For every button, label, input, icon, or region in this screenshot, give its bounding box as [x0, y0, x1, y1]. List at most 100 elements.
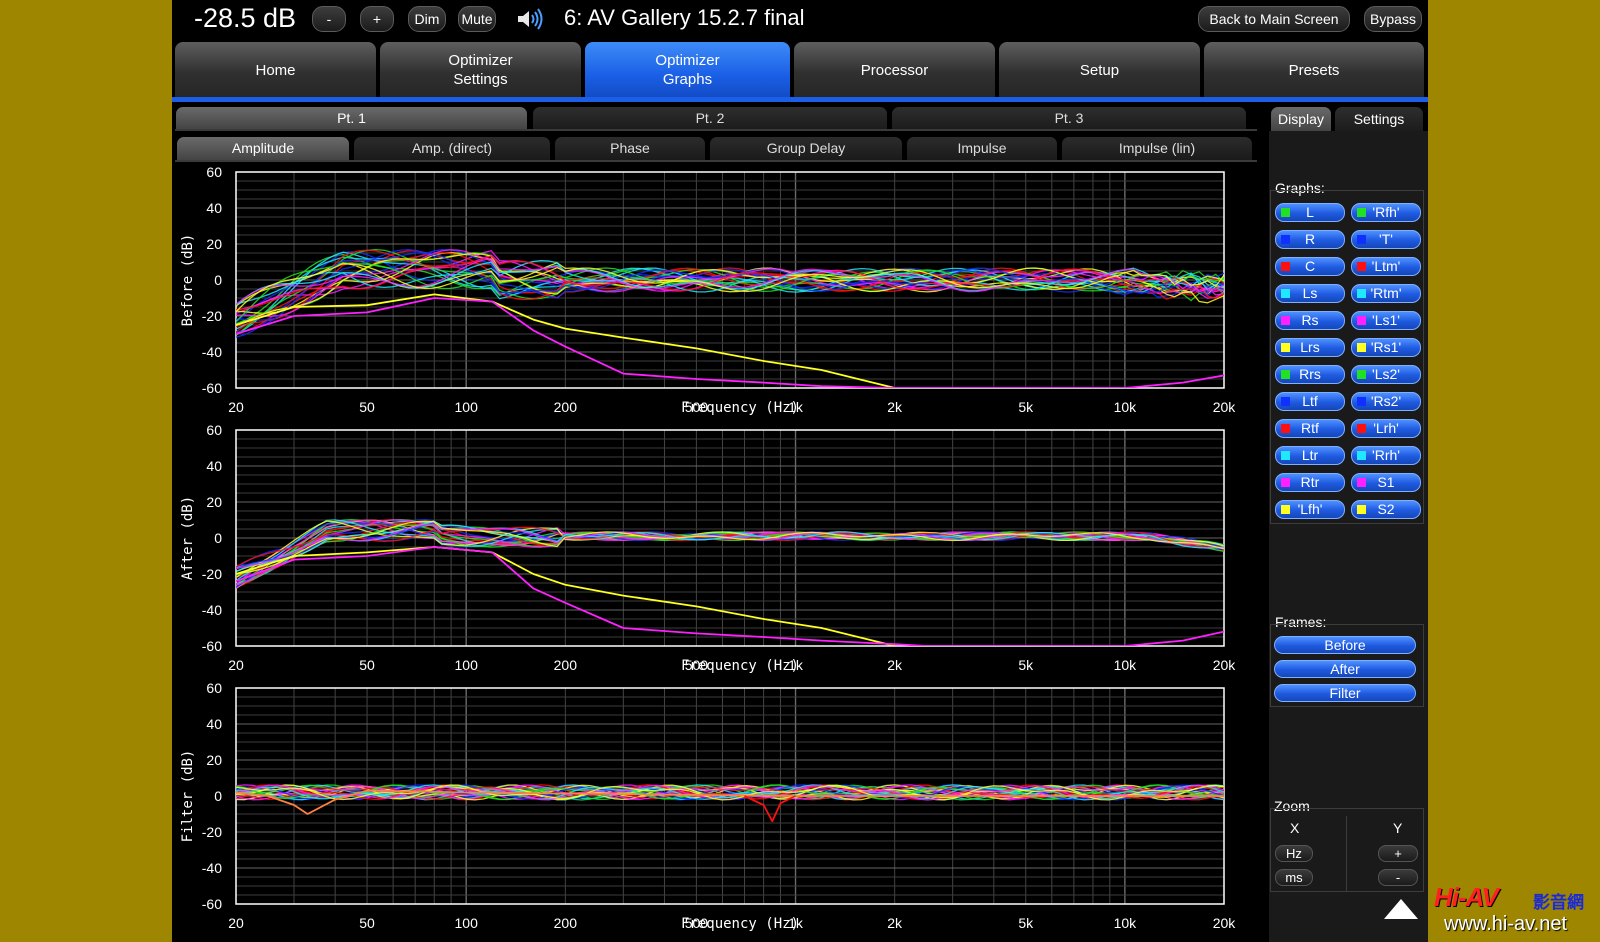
tab-setup-label: Setup [1079, 61, 1120, 79]
amplitude-charts: 6040200-20-40-6020 50 100 200 500 1k 2k 5k 10k 20… [180, 164, 1236, 932]
graph-toggle-label: 'Lfh' [1297, 501, 1323, 517]
tab-presets[interactable]: Presets [1204, 42, 1424, 98]
channel-color-swatch [1357, 343, 1366, 352]
tab-group-delay[interactable]: Group Delay [710, 137, 902, 160]
channel-color-swatch [1281, 397, 1290, 406]
graph-toggle-right-9[interactable]: 'Rrh' [1351, 446, 1421, 465]
channel-color-swatch [1357, 478, 1366, 487]
y-tick-label: 60 [206, 680, 222, 696]
graph-toggle-left-1[interactable]: R [1275, 230, 1345, 249]
tab-processor[interactable]: Processor [794, 42, 995, 98]
graph-toggle-right-0[interactable]: 'Rfh' [1351, 203, 1421, 222]
charts-area: 60 40 20 0 -20 -40 -60 20 50 100 200 500 1k 2k 5k 10k 20… [172, 160, 1262, 942]
watermark-logo: Hi-AV [1434, 882, 1499, 912]
graph-toggle-right-6[interactable]: 'Ls2' [1351, 365, 1421, 384]
y-tick-label: 60 [206, 422, 222, 438]
graph-toggle-right-7[interactable]: 'Rs2' [1351, 392, 1421, 411]
x-tick-label: 50 [359, 657, 375, 673]
volume-up-button[interactable]: + [360, 6, 394, 32]
graph-toggle-label: Rrs [1299, 366, 1321, 382]
tab-optimizer-graphs[interactable]: Optimizer Graphs [585, 42, 790, 98]
y-axis-label: Filter (dB) [180, 750, 196, 843]
tab-pt3[interactable]: Pt. 3 [892, 107, 1246, 129]
x-tick-label: 50 [359, 399, 375, 415]
zoom-hz-button[interactable]: Hz [1275, 845, 1313, 862]
tab-setup[interactable]: Setup [999, 42, 1200, 98]
tab-impulse-lin[interactable]: Impulse (lin) [1062, 137, 1252, 160]
graph-toggle-right-10[interactable]: S1 [1351, 473, 1421, 492]
frame-before-button[interactable]: Before [1274, 636, 1416, 654]
back-to-main-button[interactable]: Back to Main Screen [1198, 6, 1350, 32]
volume-display: -28.5 dB [194, 3, 297, 33]
x-axis-label: Frequency (Hz) [681, 916, 799, 932]
tab-optimizer-graphs-label: Optimizer Graphs [655, 52, 720, 88]
graph-toggle-label: Ltr [1301, 447, 1319, 463]
y-tick-label: -20 [202, 566, 222, 582]
graph-toggle-right-8[interactable]: 'Lrh' [1351, 419, 1421, 438]
tab-presets-label: Presets [1288, 61, 1340, 79]
tab-home[interactable]: Home [175, 42, 376, 98]
y-tick-label: 40 [206, 200, 222, 216]
graph-toggle-label: Rtf [1301, 420, 1319, 436]
tab-optimizer-settings-label: Optimizer Settings [448, 52, 513, 88]
graph-toggle-left-9[interactable]: Ltr [1275, 446, 1345, 465]
tab-phase[interactable]: Phase [555, 137, 705, 160]
y-tick-label: -60 [202, 638, 222, 654]
graph-toggle-left-3[interactable]: Ls [1275, 284, 1345, 303]
graph-toggle-left-6[interactable]: Rrs [1275, 365, 1345, 384]
mute-button[interactable]: Mute [458, 6, 496, 32]
y-tick-label: -40 [202, 602, 222, 618]
tab-optimizer-settings[interactable]: Optimizer Settings [380, 42, 581, 98]
dim-button[interactable]: Dim [408, 6, 446, 32]
speaker-icon[interactable] [516, 8, 546, 30]
zoom-y-minus-button[interactable]: - [1378, 869, 1418, 886]
tab-amp-direct[interactable]: Amp. (direct) [354, 137, 550, 160]
x-tick-label: 2k [887, 915, 903, 931]
graph-toggle-label: 'Ls1' [1372, 312, 1400, 328]
channel-color-swatch [1281, 505, 1290, 514]
frame-after-button[interactable]: After [1274, 660, 1416, 678]
channel-color-swatch [1281, 343, 1290, 352]
channel-color-swatch [1281, 208, 1290, 217]
graph-toggle-right-1[interactable]: 'T' [1351, 230, 1421, 249]
graph-toggle-left-7[interactable]: Ltf [1275, 392, 1345, 411]
frame-filter-button[interactable]: Filter [1274, 684, 1416, 702]
y-tick-label: -20 [202, 308, 222, 324]
graph-toggle-left-8[interactable]: Rtf [1275, 419, 1345, 438]
graph-toggle-right-4[interactable]: 'Ls1' [1351, 311, 1421, 330]
volume-down-button[interactable]: - [312, 6, 346, 32]
y-tick-label: 0 [214, 788, 222, 804]
graph-toggle-label: 'Rtm' [1370, 285, 1402, 301]
graph-toggle-left-10[interactable]: Rtr [1275, 473, 1345, 492]
y-tick-label: 20 [206, 752, 222, 768]
channel-color-swatch [1357, 370, 1366, 379]
zoom-y-plus-button[interactable]: + [1378, 845, 1418, 862]
channel-color-swatch [1281, 424, 1290, 433]
graph-toggle-left-5[interactable]: Lrs [1275, 338, 1345, 357]
tab-amplitude[interactable]: Amplitude [177, 137, 349, 160]
graph-toggle-left-4[interactable]: Rs [1275, 311, 1345, 330]
scroll-up-icon[interactable] [1382, 897, 1420, 923]
graph-toggle-right-11[interactable]: S2 [1351, 500, 1421, 519]
graph-toggle-left-2[interactable]: C [1275, 257, 1345, 276]
graph-toggle-right-3[interactable]: 'Rtm' [1351, 284, 1421, 303]
tab-settings-right[interactable]: Settings [1335, 107, 1423, 131]
x-tick-label: 200 [554, 399, 578, 415]
tab-pt1[interactable]: Pt. 1 [176, 107, 527, 129]
zoom-ms-button[interactable]: ms [1275, 869, 1313, 886]
measurement-trace [236, 257, 1224, 305]
graph-toggle-label: R [1304, 231, 1316, 247]
tab-pt2[interactable]: Pt. 2 [533, 107, 887, 129]
graph-toggle-right-5[interactable]: 'Rs1' [1351, 338, 1421, 357]
tab-impulse[interactable]: Impulse [907, 137, 1057, 160]
preset-name: 6: AV Gallery 15.2.7 final [564, 5, 805, 30]
bypass-button[interactable]: Bypass [1364, 6, 1422, 32]
y-tick-label: 0 [214, 272, 222, 288]
graph-toggle-label: Rtr [1300, 474, 1320, 490]
graph-toggle-left-11[interactable]: 'Lfh' [1275, 500, 1345, 519]
graph-toggle-left-0[interactable]: L [1275, 203, 1345, 222]
graph-toggle-right-2[interactable]: 'Ltm' [1351, 257, 1421, 276]
tab-display[interactable]: Display [1271, 107, 1331, 131]
graph-toggle-label: 'Lrh' [1373, 420, 1399, 436]
y-tick-label: 20 [206, 494, 222, 510]
